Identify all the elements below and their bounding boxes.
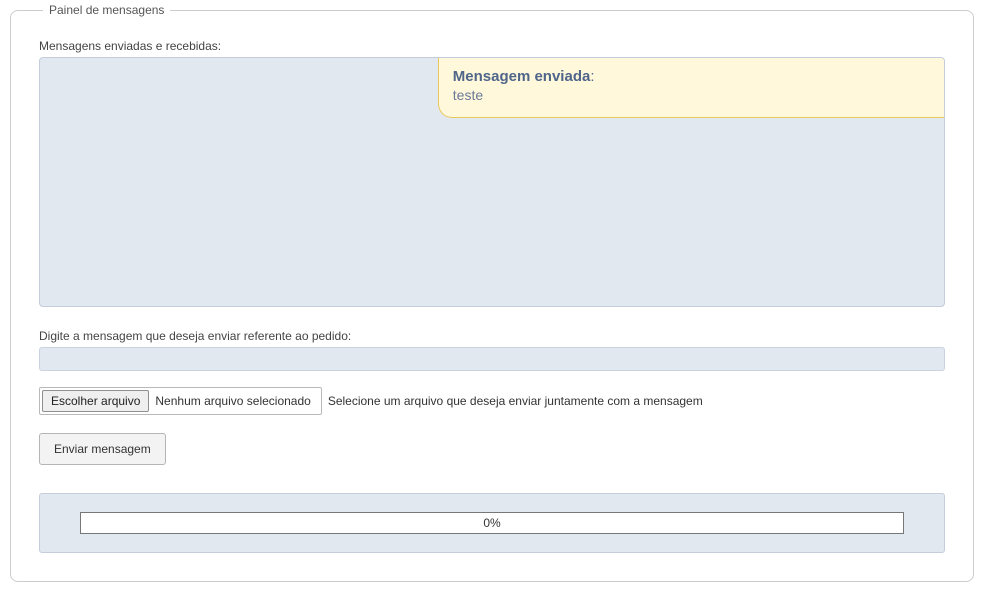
file-row: Escolher arquivo Nenhum arquivo selecion… — [39, 387, 945, 415]
message-bubble: Mensagem enviada: teste — [438, 58, 944, 118]
message-input[interactable] — [39, 347, 945, 371]
progress-text: 0% — [483, 516, 500, 530]
messages-panel: Painel de mensagens Mensagens enviadas e… — [10, 10, 974, 582]
file-input-widget[interactable]: Escolher arquivo Nenhum arquivo selecion… — [39, 387, 322, 415]
messages-area: Mensagem enviada: teste — [39, 57, 945, 307]
compose-label: Digite a mensagem que deseja enviar refe… — [39, 329, 945, 343]
panel-legend: Painel de mensagens — [43, 3, 170, 17]
file-hint: Selecione um arquivo que deseja enviar j… — [328, 394, 703, 408]
choose-file-button[interactable]: Escolher arquivo — [42, 390, 149, 412]
send-message-button[interactable]: Enviar mensagem — [39, 433, 166, 465]
messages-label: Mensagens enviadas e recebidas: — [39, 39, 945, 53]
message-colon: : — [590, 68, 594, 85]
message-body: teste — [453, 87, 930, 103]
file-status: Nenhum arquivo selecionado — [149, 394, 316, 408]
progress-panel: 0% — [39, 493, 945, 553]
message-title: Mensagem enviada — [453, 68, 591, 85]
progress-bar: 0% — [80, 512, 904, 534]
